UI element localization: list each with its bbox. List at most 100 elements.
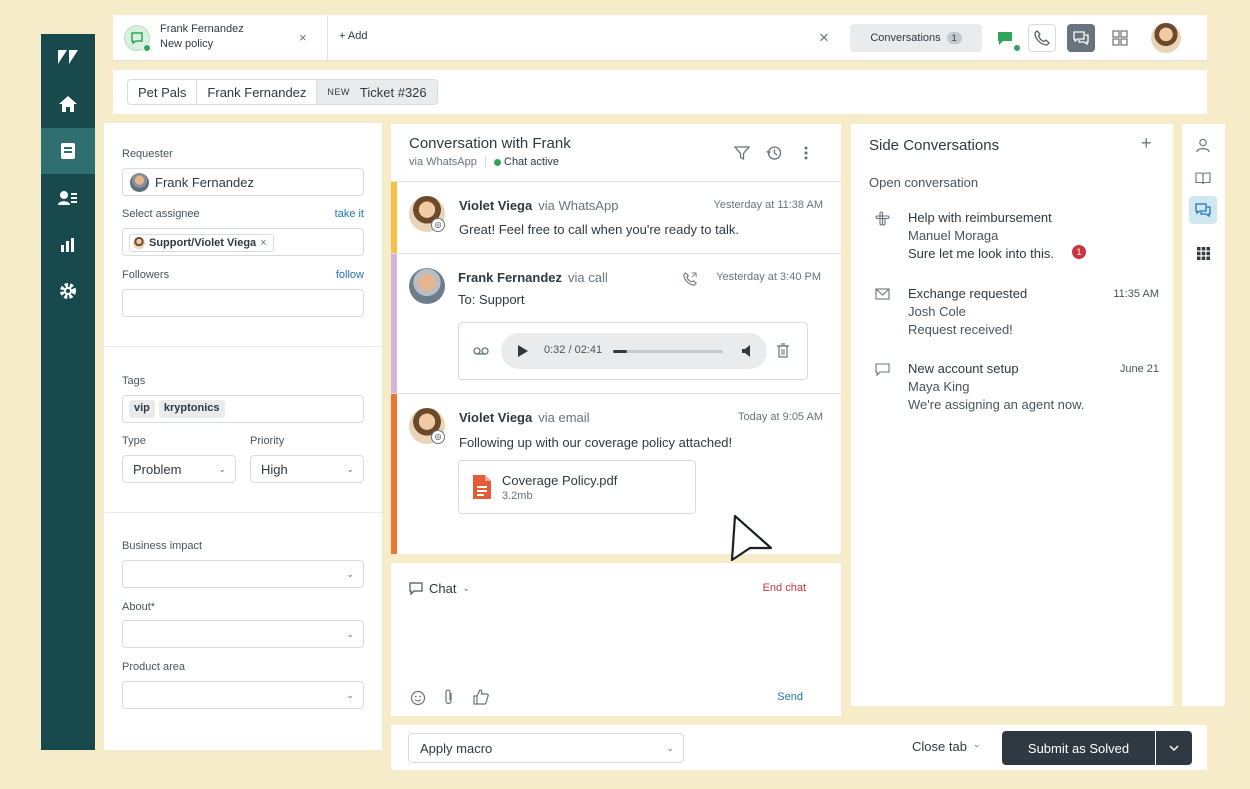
assignee-chip: Support/Violet Viega ×	[129, 234, 274, 252]
conversation-header: Conversation with Frank via WhatsApp Cha…	[391, 124, 841, 182]
attachment-size: 3.2mb	[502, 490, 533, 502]
message-author: Violet Viega via WhatsApp	[459, 198, 619, 213]
side-conversation-item[interactable]: Help with reimbursement Manuel Moraga Su…	[869, 210, 1159, 266]
side-conversation-item[interactable]: New account setup June 21 Maya King We'r…	[869, 361, 1159, 417]
settings-icon[interactable]	[41, 268, 95, 314]
channel-switcher[interactable]: Chat ⌄	[409, 581, 470, 596]
send-button[interactable]: Send	[777, 691, 803, 703]
side-conversation-person: Josh Cole	[908, 304, 966, 319]
breadcrumb-requester[interactable]: Frank Fernandez	[197, 80, 318, 104]
side-conversation-time: June 21	[1119, 363, 1159, 375]
zendesk-logo-icon[interactable]	[41, 34, 95, 80]
type-select[interactable]: Problem ⌄	[122, 455, 236, 483]
conversation-channel: via WhatsApp	[409, 156, 477, 168]
assignee-field[interactable]: Support/Violet Viega ×	[122, 228, 364, 256]
customers-icon[interactable]	[41, 175, 95, 221]
side-conversation-preview: Request received!	[908, 322, 1013, 337]
apps-button[interactable]	[1189, 239, 1217, 267]
business-impact-label: Business impact	[122, 540, 203, 552]
message-author: Violet Viega via email	[459, 410, 590, 425]
customer-context-button[interactable]	[1189, 131, 1217, 159]
chevron-down-icon: ⌄	[218, 464, 226, 474]
play-icon[interactable]	[517, 344, 529, 358]
product-area-label: Product area	[122, 661, 185, 673]
emoji-icon[interactable]	[410, 690, 426, 706]
side-conversations-panel: Side Conversations + Open conversation H…	[851, 124, 1173, 706]
knowledge-button[interactable]	[1189, 164, 1217, 192]
close-all-icon[interactable]: ×	[819, 28, 829, 48]
tab-title: Frank Fernandez	[160, 23, 244, 35]
composer: Chat ⌄ End chat Send	[391, 563, 841, 716]
views-icon[interactable]	[41, 128, 95, 174]
ticket-footer: Apply macro ⌄ Close tab ⌄ Submit as Solv…	[391, 725, 1207, 770]
close-tab-icon[interactable]: ×	[299, 30, 307, 45]
tags-field[interactable]: vip kryptonics	[122, 395, 364, 423]
customer-avatar	[409, 268, 445, 304]
about-select[interactable]: ⌄	[122, 620, 364, 648]
about-label: About*	[122, 601, 156, 613]
side-conversation-preview: We're assigning an agent now.	[908, 397, 1085, 412]
conversations-button[interactable]: Conversations 1	[850, 24, 982, 52]
messaging-status-button[interactable]	[991, 24, 1021, 52]
call-log-icon	[683, 272, 697, 286]
followers-field[interactable]	[122, 289, 364, 317]
breadcrumb-org[interactable]: Pet Pals	[128, 80, 198, 104]
submit-options-button[interactable]	[1156, 731, 1192, 765]
audio-progress-track[interactable]	[613, 350, 723, 353]
filter-icon[interactable]	[734, 145, 750, 161]
apply-macro-select[interactable]: Apply macro ⌄	[408, 733, 684, 763]
submit-button[interactable]: Submit as Solved	[1002, 731, 1155, 765]
side-conversation-title: Exchange requested	[908, 286, 1028, 301]
add-side-conversation-icon[interactable]: +	[1141, 133, 1152, 154]
side-conversation-time: 11:35 AM	[1113, 288, 1159, 300]
follow-link[interactable]: follow	[336, 269, 364, 281]
tag-chip[interactable]: vip	[129, 400, 155, 418]
overflow-menu-icon[interactable]	[798, 145, 814, 161]
message-text: Following up with our coverage policy at…	[459, 435, 733, 450]
end-chat-button[interactable]: End chat	[763, 582, 806, 594]
requester-field[interactable]: Frank Fernandez	[122, 168, 364, 196]
macro-placeholder: Apply macro	[420, 741, 493, 756]
attachment-card[interactable]: Coverage Policy.pdf 3.2mb	[458, 460, 696, 514]
audio-player[interactable]: 0:32 / 02:41	[501, 333, 767, 369]
chevron-down-icon: ⌄	[346, 629, 354, 639]
history-icon[interactable]	[766, 145, 782, 161]
status-badge: NEW	[327, 87, 350, 97]
reporting-icon[interactable]	[41, 222, 95, 268]
tag-chip[interactable]: kryptonics	[158, 400, 225, 418]
side-conversations-toggle[interactable]	[1067, 24, 1095, 52]
side-conversations-button[interactable]	[1189, 196, 1217, 224]
take-it-link[interactable]: take it	[335, 208, 364, 220]
message-input[interactable]	[409, 607, 823, 683]
close-tab-button[interactable]: Close tab ⌄	[912, 739, 980, 754]
side-conversation-title: New account setup	[908, 361, 1019, 376]
thumbs-up-icon[interactable]	[473, 689, 489, 705]
chevron-down-icon	[1169, 745, 1179, 751]
apps-button[interactable]	[1106, 24, 1134, 52]
side-conversation-item[interactable]: Exchange requested 11:35 AM Josh Cole Re…	[869, 286, 1159, 342]
divider	[485, 156, 486, 168]
close-tab-label: Close tab	[912, 739, 967, 754]
priority-select[interactable]: High ⌄	[250, 455, 364, 483]
conversations-count-badge: 1	[946, 32, 962, 44]
volume-icon[interactable]	[741, 344, 755, 358]
context-rail	[1182, 124, 1225, 706]
phone-button[interactable]	[1028, 24, 1056, 52]
ticket-properties-panel: Requester Frank Fernandez Select assigne…	[104, 123, 382, 750]
product-area-select[interactable]: ⌄	[122, 681, 364, 709]
chevron-down-icon: ⌄	[462, 583, 471, 593]
user-avatar[interactable]	[1151, 23, 1181, 53]
remove-assignee-icon[interactable]: ×	[260, 237, 266, 249]
breadcrumb-ticket[interactable]: NEW Ticket #326	[317, 80, 437, 104]
priority-value: High	[261, 462, 288, 477]
agent-badge-icon: ◎	[431, 430, 445, 444]
trash-icon[interactable]	[777, 343, 789, 358]
book-icon	[1195, 171, 1211, 184]
attach-icon[interactable]	[443, 689, 455, 706]
add-tab-button[interactable]: + Add	[339, 30, 367, 42]
message-text: To: Support	[458, 292, 525, 307]
email-channel-bar	[391, 394, 397, 554]
ticket-tab[interactable]: Frank Fernandez New policy ×	[113, 15, 328, 61]
home-icon[interactable]	[41, 81, 95, 127]
business-impact-select[interactable]: ⌄	[122, 560, 364, 588]
